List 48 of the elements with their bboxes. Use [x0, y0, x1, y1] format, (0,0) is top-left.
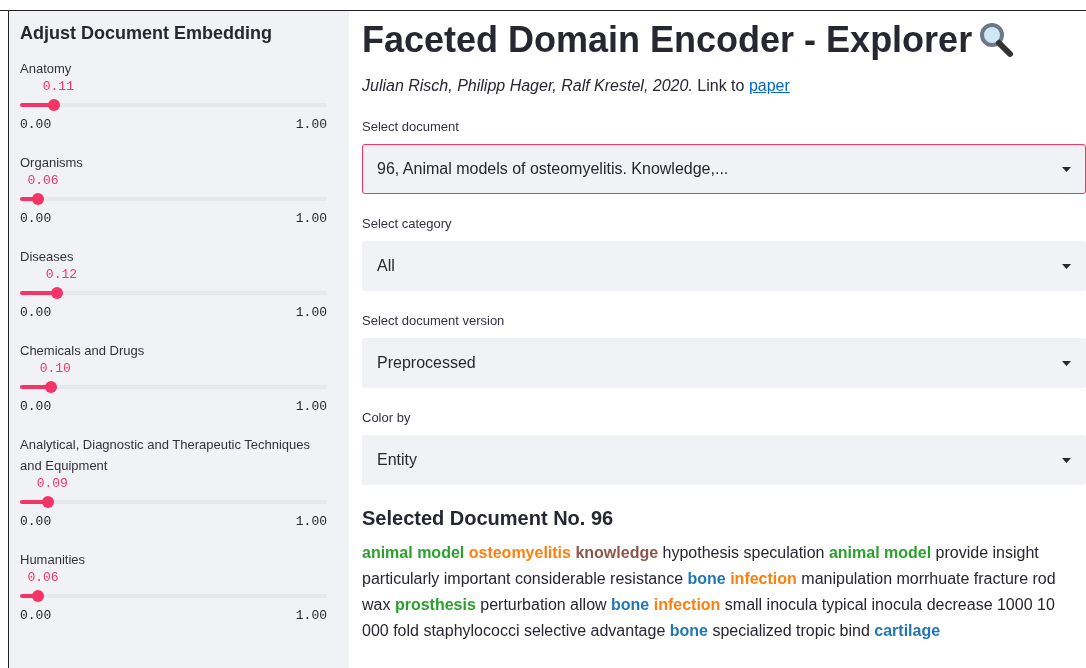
- slider-value: 0.11: [42, 79, 74, 94]
- page-title: Faceted Domain Encoder - Explorer: [362, 19, 973, 61]
- slider-max: 1.00: [295, 399, 327, 414]
- slider-max: 1.00: [295, 608, 327, 623]
- slider-value: 0.10: [39, 361, 71, 376]
- caret-icon: [1062, 360, 1071, 366]
- slider-thumb[interactable]: [32, 590, 45, 602]
- select-dropdown[interactable]: Entity: [362, 435, 1086, 485]
- slider-label: Chemicals and Drugs: [20, 342, 146, 360]
- select-dropdown[interactable]: Preprocessed: [362, 338, 1086, 388]
- slider-value: 0.06: [27, 173, 59, 188]
- select-label: Select category: [362, 216, 453, 231]
- slider-thumb[interactable]: [32, 193, 45, 205]
- slider-label: Anatomy: [20, 60, 73, 78]
- caret-icon: [1062, 457, 1071, 463]
- slider-label: Organisms: [20, 154, 84, 172]
- slider-thumb[interactable]: [47, 99, 60, 111]
- slider-thumb[interactable]: [50, 287, 63, 299]
- caret-icon: [1062, 263, 1071, 269]
- slider-label: Analytical, Diagnostic and Therapeutic Techniques and Equipment: [20, 436, 312, 475]
- slider-label: Humanities: [20, 551, 87, 569]
- slider-value: 0.06: [27, 570, 59, 585]
- select-dropdown[interactable]: 96, Animal models of osteomyelitis. Knowledge,...: [362, 144, 1086, 194]
- slider-min: 0.00: [20, 211, 52, 226]
- caret-icon: [1062, 166, 1071, 172]
- slider-thumb[interactable]: [44, 381, 57, 393]
- slider-max: 1.00: [295, 514, 327, 529]
- slider-min: 0.00: [20, 399, 52, 414]
- slider-max: 1.00: [295, 117, 327, 132]
- slider-min: 0.00: [20, 608, 52, 623]
- slider-min: 0.00: [20, 514, 52, 529]
- slider-max: 1.00: [295, 211, 327, 226]
- select-label: Select document: [362, 119, 460, 134]
- document-text: animal model osteomyelitis knowledge hypothesis speculation animal model provide insight particularly important considerable resistance bone infection manipulation morrhuate fracture rod wax prosthesis perturbation allow bone infection small inocula typical inocula decrease 1000 10 000 fold staphylococci selective advantage bone specialized tropic bind cartilage: [362, 543, 1057, 641]
- paper-link[interactable]: paper: [748, 77, 790, 94]
- slider-min: 0.00: [20, 117, 52, 132]
- document-heading: Selected Document No. 96: [362, 507, 615, 530]
- slider-label: Diseases: [20, 248, 75, 266]
- sidebar-title: Adjust Document Embedding: [20, 23, 273, 44]
- slider-thumb[interactable]: [41, 496, 54, 508]
- select-dropdown[interactable]: All: [362, 241, 1086, 291]
- slider-min: 0.00: [20, 305, 52, 320]
- slider-value: 0.09: [36, 476, 68, 491]
- select-label: Select document version: [362, 313, 506, 328]
- select-label: Color by: [362, 410, 412, 425]
- byline-text: Julian Risch, Philipp Hager, Ralf Krestel, 2020. Link to: [362, 77, 745, 94]
- slider-max: 1.00: [295, 305, 327, 320]
- slider-value: 0.12: [45, 267, 78, 282]
